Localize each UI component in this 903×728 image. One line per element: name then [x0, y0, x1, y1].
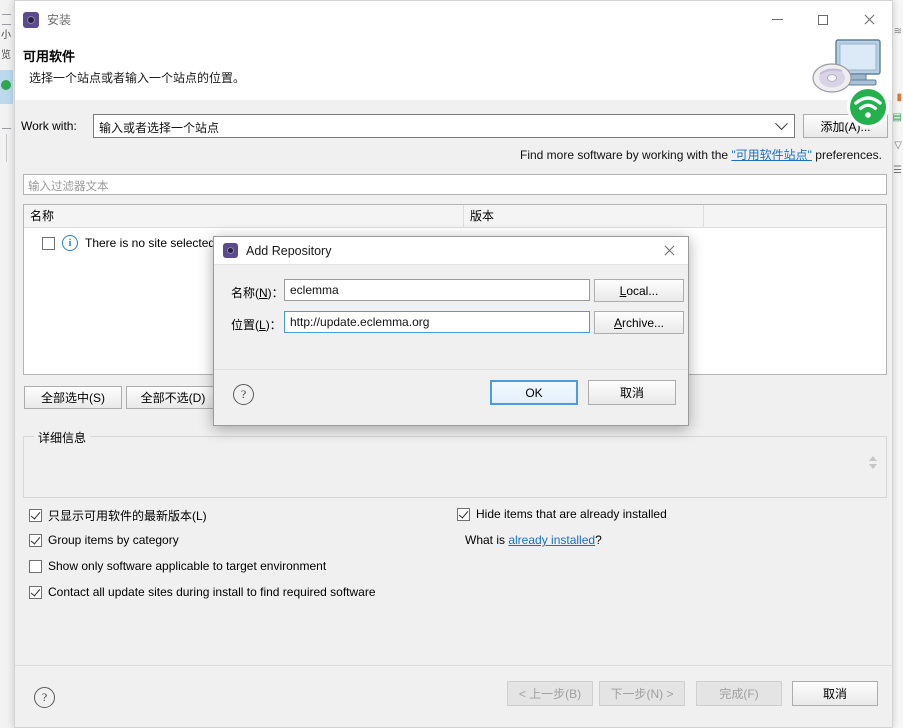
find-more-prefix: Find more software by working with the: [520, 148, 732, 162]
select-all-button[interactable]: 全部选中(S): [24, 386, 122, 409]
next-button[interactable]: 下一步(N) >: [599, 681, 685, 706]
option-group-by-category-checkbox[interactable]: [29, 533, 42, 547]
spinner-updown-icon[interactable]: [867, 453, 880, 473]
maximize-icon: [818, 14, 828, 25]
window-title: 安装: [47, 13, 72, 27]
chevron-down-icon[interactable]: [771, 115, 791, 137]
dialog-location-input[interactable]: http://update.eclemma.org: [284, 311, 590, 333]
option-target-environment[interactable]: Show only software applicable to target …: [29, 559, 326, 573]
option-latest-versions-label: 只显示可用软件的最新版本(L): [48, 509, 207, 523]
already-installed-link[interactable]: already installed: [508, 533, 595, 547]
what-is-suffix: ?: [595, 533, 602, 547]
close-icon: [663, 245, 675, 257]
option-contact-all-sites-label: Contact all update sites during install …: [48, 585, 376, 599]
option-hide-installed[interactable]: Hide items that are already installed: [457, 507, 667, 521]
dialog-close-button[interactable]: [650, 237, 688, 264]
filter-placeholder: 输入过滤器文本: [28, 181, 109, 193]
option-target-environment-checkbox[interactable]: [29, 559, 42, 573]
dialog-local-label: Local...: [619, 283, 659, 298]
column-header-name[interactable]: 名称: [24, 205, 464, 227]
option-contact-all-sites-checkbox[interactable]: [29, 585, 42, 599]
dialog-title: Add Repository: [246, 243, 332, 258]
dialog-location-label: 位置(L)：: [231, 318, 282, 332]
option-group-by-category[interactable]: Group items by category: [29, 533, 179, 547]
row-label: There is no site selected: [85, 236, 216, 250]
filter-input[interactable]: 输入过滤器文本: [23, 174, 887, 195]
work-with-input[interactable]: 输入或者选择一个站点: [99, 119, 219, 136]
help-icon[interactable]: ?: [34, 687, 55, 708]
work-with-combo[interactable]: 输入或者选择一个站点: [93, 114, 795, 138]
dialog-archive-label: Archive...: [613, 315, 665, 330]
work-with-label: Work with:: [21, 119, 77, 133]
background-left-label-0: 小: [1, 30, 11, 41]
column-header-filler: [704, 205, 886, 227]
cancel-button[interactable]: 取消: [792, 681, 878, 706]
background-left-panel: 小 览: [0, 0, 15, 728]
info-icon: i: [62, 235, 78, 251]
wizard-header: 可用软件 选择一个站点或者输入一个站点的位置。: [15, 38, 892, 101]
help-icon[interactable]: ?: [233, 384, 254, 405]
background-left-label-1: 览: [1, 50, 11, 61]
row-checkbox[interactable]: [42, 236, 55, 250]
option-hide-installed-label: Hide items that are already installed: [476, 507, 667, 521]
dialog-location-value: http://update.eclemma.org: [290, 315, 430, 329]
dialog-local-button[interactable]: Local...: [594, 279, 684, 302]
find-more-software-text: Find more software by working with the "…: [520, 146, 882, 163]
dialog-name-label: 名称(N)：: [231, 286, 284, 300]
wifi-icon: [847, 86, 889, 128]
dialog-ok-button[interactable]: OK: [490, 380, 578, 405]
page-title: 可用软件: [23, 49, 76, 64]
deselect-all-button[interactable]: 全部不选(D): [126, 386, 220, 409]
dialog-footer: ? OK 取消: [214, 370, 688, 425]
dialog-name-value: eclemma: [290, 283, 339, 297]
dialog-archive-button[interactable]: Archive...: [594, 311, 684, 334]
work-with-row: Work with: 输入或者选择一个站点 添加(A)...: [15, 114, 892, 140]
details-legend: 详细信息: [34, 429, 91, 446]
window-controls: [754, 1, 892, 38]
option-group-by-category-label: Group items by category: [48, 533, 179, 547]
option-hide-installed-checkbox[interactable]: [457, 507, 470, 521]
minimize-icon: [771, 19, 783, 20]
dialog-titlebar[interactable]: Add Repository: [214, 237, 688, 265]
available-software-sites-link[interactable]: "可用软件站点": [731, 148, 812, 162]
window-titlebar[interactable]: 安装: [15, 1, 892, 38]
find-more-suffix: preferences.: [811, 148, 882, 162]
add-repository-dialog: Add Repository 名称(N)： eclemma Local... 位…: [213, 236, 689, 426]
dialog-cancel-button[interactable]: 取消: [588, 380, 676, 405]
minimize-button[interactable]: [754, 1, 800, 38]
install-gear-icon: [23, 11, 39, 28]
option-target-environment-label: Show only software applicable to target …: [48, 559, 327, 573]
maximize-button[interactable]: [800, 1, 846, 38]
option-contact-all-sites[interactable]: Contact all update sites during install …: [29, 585, 376, 599]
tree-header: 名称 版本: [24, 205, 886, 228]
page-subtitle: 选择一个站点或者输入一个站点的位置。: [29, 71, 246, 85]
what-is-already-installed: What is already installed?: [465, 533, 602, 547]
close-icon: [863, 14, 875, 26]
dialog-name-input[interactable]: eclemma: [284, 279, 590, 301]
option-latest-versions-checkbox[interactable]: [29, 509, 42, 522]
install-gear-icon: [223, 243, 238, 258]
finish-button[interactable]: 完成(F): [696, 681, 782, 706]
wizard-footer: ? < 上一步(B) 下一步(N) > 完成(F) 取消: [15, 665, 892, 727]
close-button[interactable]: [846, 1, 892, 38]
what-is-prefix: What is: [465, 533, 509, 547]
table-row[interactable]: i There is no site selected: [42, 235, 215, 251]
column-header-version[interactable]: 版本: [464, 205, 704, 227]
back-button[interactable]: < 上一步(B): [507, 681, 593, 706]
details-group: 详细信息: [23, 429, 887, 498]
option-latest-versions[interactable]: 只显示可用软件的最新版本(L): [29, 507, 207, 524]
